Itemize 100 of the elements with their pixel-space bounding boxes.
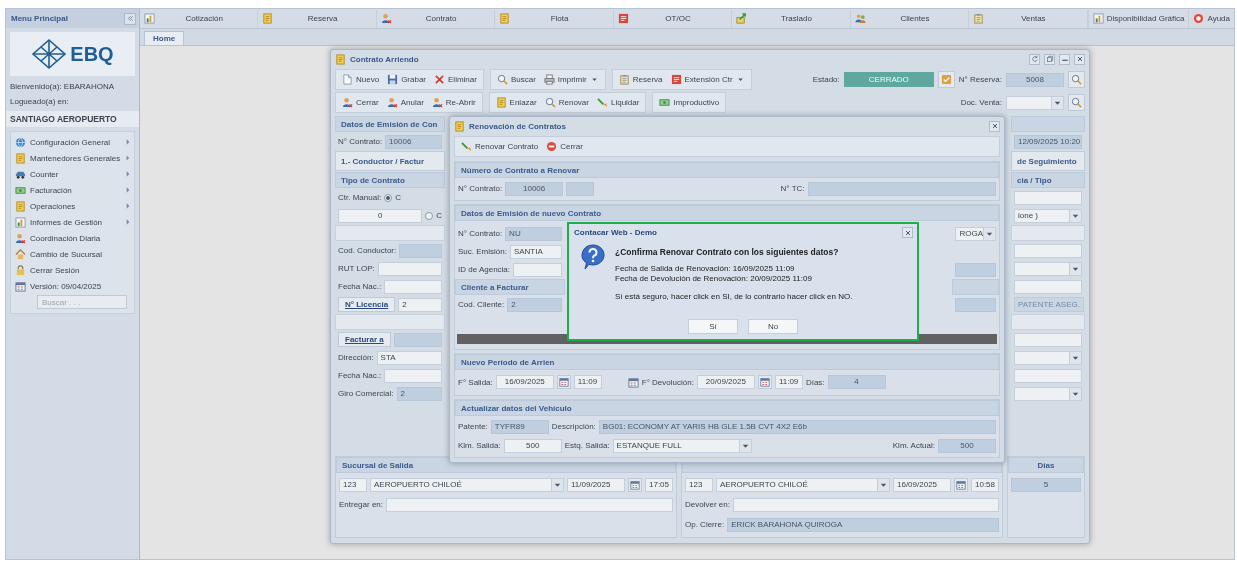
menu-button[interactable]: Flota [495, 9, 614, 28]
collapse-button[interactable] [124, 12, 136, 25]
text-field[interactable] [955, 297, 996, 312]
toolbar-button[interactable]: Nuevo [338, 70, 384, 89]
text-field[interactable]: 5008 [1006, 72, 1064, 87]
tab[interactable]: 1.- Conductor / Factur [335, 151, 445, 171]
text-field[interactable] [566, 181, 595, 196]
close-button[interactable] [902, 227, 913, 238]
toolbar-button[interactable]: Renovar [540, 93, 593, 112]
radio-button[interactable] [425, 211, 434, 220]
text-field[interactable]: 10006 [505, 181, 564, 196]
window-button[interactable] [1059, 53, 1070, 65]
dropdown[interactable] [1006, 95, 1064, 110]
text-field[interactable]: 12/09/2025 10:20 [1014, 134, 1082, 149]
text-field[interactable]: 2 [507, 297, 562, 312]
dropdown[interactable] [1014, 386, 1082, 401]
text-field[interactable]: 5 [1011, 477, 1081, 492]
text-field[interactable]: 20/09/2025 [696, 375, 755, 389]
menu-item[interactable]: Configuración General [11, 134, 134, 150]
text-field[interactable]: ERICK BARAHONA QUIROGA [727, 517, 999, 532]
text-field[interactable]: 17:05 [645, 477, 673, 492]
text-field[interactable] [955, 262, 996, 277]
calendar-button[interactable] [556, 375, 571, 389]
text-field[interactable]: TYFR89 [490, 419, 549, 434]
dropdown[interactable]: ROGA [955, 226, 996, 241]
menu-item[interactable]: Operaciones [11, 198, 134, 214]
text-field[interactable] [393, 332, 442, 347]
text-field[interactable] [1014, 190, 1082, 205]
menu-item[interactable]: Mantenedores Generales [11, 150, 134, 166]
text-field[interactable] [732, 497, 999, 512]
text-field[interactable] [807, 181, 996, 196]
text-field[interactable]: 11:09 [774, 375, 803, 389]
window-button[interactable] [1044, 53, 1055, 65]
toolbar-button[interactable]: Enlazar [491, 93, 541, 112]
menu-item[interactable]: Counter [11, 166, 134, 182]
text-field[interactable]: 4 [827, 375, 886, 389]
toolbar-button[interactable]: Re-Abrir [427, 93, 480, 112]
close-button[interactable] [989, 120, 1000, 132]
menu-item[interactable]: Cerrar Sesión [11, 262, 134, 278]
text-field[interactable] [377, 261, 442, 276]
text-field[interactable]: BG01: ECONOMY AT YARIS HB GLE 1.5B CVT 4X2 E6b [598, 419, 996, 434]
dialog-button[interactable]: Sí [688, 319, 738, 334]
text-field[interactable]: 16/09/2025 [893, 477, 951, 492]
menu-button[interactable]: Contrato [376, 9, 496, 28]
check-button[interactable] [937, 71, 955, 88]
text-field[interactable]: 11/09/2025 [567, 477, 625, 492]
text-field[interactable] [1014, 279, 1082, 294]
text-field[interactable] [384, 368, 442, 383]
toolbar-button[interactable]: Improductivo [655, 93, 724, 112]
text-field[interactable]: 10006 [385, 134, 442, 149]
text-field[interactable]: 500 [938, 438, 996, 453]
radio-button[interactable] [384, 193, 393, 202]
text-field[interactable] [1014, 243, 1082, 258]
toolbar-button[interactable]: Liquidar [592, 93, 644, 112]
menu-item[interactable]: Cambio de Sucursal [11, 246, 134, 262]
search-field[interactable]: Buscar . . . [37, 295, 127, 309]
search-button[interactable] [1068, 71, 1085, 88]
calendar-button[interactable] [954, 477, 968, 492]
calendar-button[interactable] [628, 477, 642, 492]
menu-button[interactable]: Ayuda [1188, 9, 1234, 28]
menu-button[interactable]: OT/OC [613, 9, 733, 28]
text-field[interactable]: 10:58 [971, 477, 999, 492]
window-button[interactable] [1074, 53, 1085, 65]
toolbar-button[interactable]: Extensión Ctr [666, 70, 749, 89]
menu-button[interactable]: Clientes [850, 9, 970, 28]
toolbar-button[interactable]: Anular [382, 93, 428, 112]
tab[interactable]: de Seguimiento [1011, 151, 1085, 171]
dropdown[interactable]: ESTANQUE FULL [612, 438, 753, 453]
text-field[interactable]: 0 [338, 208, 423, 223]
text-field[interactable]: 123 [685, 477, 713, 492]
toolbar-button[interactable]: Buscar [492, 70, 540, 89]
dropdown[interactable]: AEROPUERTO CHILOÉ [370, 477, 564, 492]
menu-item[interactable]: Facturación [11, 182, 134, 198]
dropdown[interactable]: AEROPUERTO CHILOÉ [716, 477, 890, 492]
menu-button[interactable]: Reserva [258, 9, 377, 28]
menu-button[interactable]: Disponibilidad Gráfica [1087, 9, 1189, 28]
toolbar-button[interactable]: Renovar Contrato [457, 137, 543, 156]
text-field[interactable] [399, 243, 442, 258]
text-field[interactable]: 2 [398, 297, 442, 312]
text-field[interactable]: 123 [339, 477, 367, 492]
toolbar-button[interactable]: Imprimir [539, 70, 603, 89]
text-field[interactable]: 16/09/2025 [495, 375, 554, 389]
calendar-button[interactable] [757, 375, 772, 389]
menu-button[interactable]: Cotización [140, 9, 259, 28]
text-field[interactable]: 2 [396, 386, 442, 401]
dialog-button[interactable]: No [748, 319, 798, 334]
text-field[interactable]: 500 [503, 438, 562, 453]
text-field[interactable] [1014, 332, 1082, 347]
dropdown[interactable]: ione ) [1014, 208, 1082, 223]
text-field[interactable]: 11:09 [573, 375, 602, 389]
text-field[interactable] [384, 279, 442, 294]
text-field[interactable]: STA [376, 350, 442, 365]
menu-item[interactable]: Versión: 09/04/2025 [11, 278, 134, 294]
toolbar-button[interactable]: Cerrar [542, 137, 587, 156]
menu-item[interactable]: Coordinación Diaria [11, 230, 134, 246]
link-button[interactable]: N° Licencia [338, 297, 396, 312]
text-field[interactable]: NU [505, 226, 562, 241]
toolbar-button[interactable]: Cerrar [338, 93, 383, 112]
text-field[interactable] [1014, 368, 1082, 383]
tab[interactable]: Home [144, 31, 185, 45]
